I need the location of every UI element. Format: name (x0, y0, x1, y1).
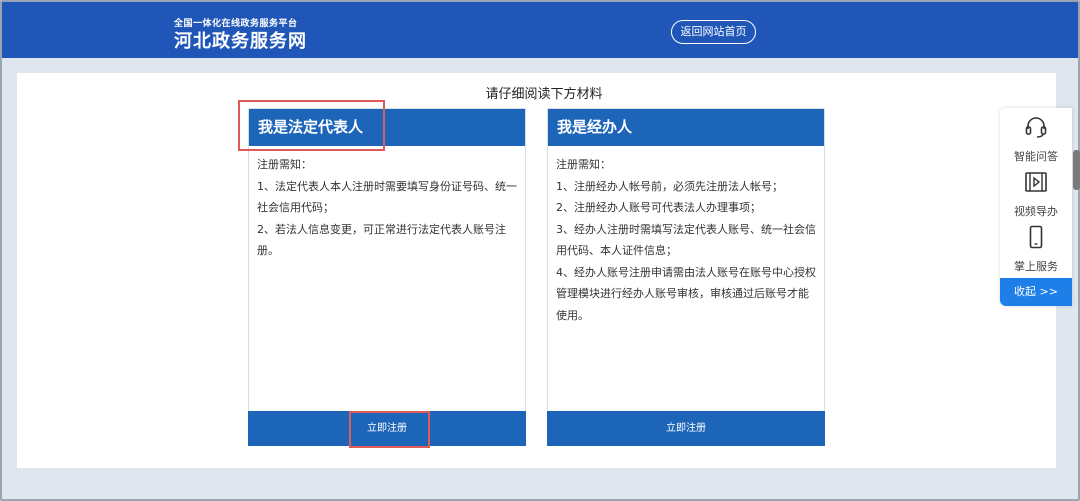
note-item: 1、法定代表人本人注册时需要填写身份证号码、统一社会信用代码； (257, 179, 517, 215)
note-item: 3、经办人注册时需填写法定代表人账号、统一社会信用代码、本人证件信息； (556, 222, 816, 258)
notes-title: 注册需知： (257, 158, 312, 171)
sidebar-item-mobile[interactable]: 掌上服务 (1000, 224, 1072, 274)
sidebar-item-video[interactable]: 视频导办 (1000, 169, 1072, 219)
note-item: 4、经办人账号注册申请需由法人账号在账号中心授权管理模块进行经办人账号审核，审核… (556, 265, 816, 322)
register-button[interactable]: 立即注册 (547, 411, 825, 446)
note-item: 2、若法人信息变更，可正常进行法定代表人账号注册。 (257, 222, 506, 258)
sidebar-item-label: 智能问答 (1014, 150, 1058, 163)
content-panel (17, 73, 1056, 468)
service-sidebar: 智能问答 视频导办 掌上服务 (1000, 108, 1072, 306)
card-notes: 注册需知： 1、注册经办人帐号前，必须先注册法人帐号； 2、注册经办人账号可代表… (548, 146, 824, 326)
legal-representative-card: 我是法定代表人 注册需知： 1、法定代表人本人注册时需要填写身份证号码、统一社会… (248, 108, 526, 446)
note-item: 1、注册经办人帐号前，必须先注册法人帐号； (556, 179, 783, 193)
collapse-button[interactable]: 收起 >> (1000, 278, 1072, 306)
site-header: 全国一体化在线政务服务平台 河北政务服务网 返回网站首页 (2, 2, 1078, 58)
sidebar-item-label: 视频导办 (1014, 205, 1058, 218)
sidebar-item-label: 掌上服务 (1014, 260, 1058, 273)
agent-card: 我是经办人 注册需知： 1、注册经办人帐号前，必须先注册法人帐号； 2、注册经办… (547, 108, 825, 446)
video-icon (1025, 172, 1047, 192)
sidebar-item-qa[interactable]: 智能问答 (1000, 114, 1072, 164)
home-button[interactable]: 返回网站首页 (671, 20, 756, 44)
site-title: 河北政务服务网 (174, 31, 307, 52)
title-highlight-box (238, 100, 385, 151)
mobile-icon (1029, 225, 1043, 249)
page-instruction: 请仔细阅读下方材料 (485, 87, 603, 102)
scrollbar-handle[interactable] (1073, 150, 1080, 190)
card-notes: 注册需知： 1、法定代表人本人注册时需要填写身份证号码、统一社会信用代码； 2、… (249, 146, 525, 262)
card-title: 我是经办人 (548, 109, 824, 146)
button-highlight-box (349, 411, 430, 448)
note-item: 2、注册经办人账号可代表法人办理事项； (556, 201, 761, 214)
headset-icon (1025, 117, 1047, 138)
notes-title: 注册需知： (556, 158, 611, 171)
